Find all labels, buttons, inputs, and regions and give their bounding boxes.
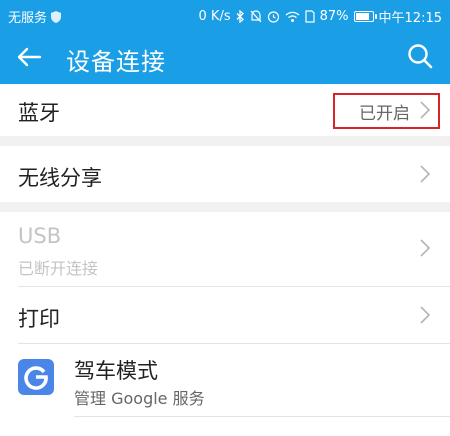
section-divider [0, 136, 450, 146]
carrier-text: 无服务 [8, 11, 48, 26]
google-g-icon [24, 366, 48, 390]
app-bar: 设备连接 [0, 30, 450, 84]
page-title: 设备连接 [66, 48, 166, 76]
usb-label: USB [18, 224, 62, 248]
driving-mode-sub: 管理 Google 服务 [74, 389, 205, 408]
back-arrow-icon[interactable] [14, 42, 44, 72]
alarm-icon [267, 11, 279, 23]
clock: 中午12:15 [378, 11, 442, 26]
chevron-right-icon [420, 239, 430, 257]
section-divider [0, 202, 450, 212]
usb-status: 已断开连接 [18, 259, 99, 278]
battery-icon [353, 11, 377, 22]
wifi-icon [285, 11, 300, 22]
network-speed: 0 K/s [198, 9, 231, 24]
wireless-share-row[interactable]: 无线分享 [0, 146, 450, 202]
driving-mode-row[interactable] [0, 344, 450, 416]
sim-icon [305, 10, 315, 23]
bluetooth-icon [236, 10, 244, 23]
shield-icon [51, 10, 62, 23]
google-icon [18, 359, 54, 395]
print-row[interactable]: 打印 [0, 287, 450, 343]
chevron-right-icon [420, 306, 430, 324]
usb-row: USB 已断开连接 [0, 212, 450, 286]
search-icon[interactable] [406, 42, 434, 70]
mute-icon [250, 10, 262, 23]
wireless-share-label: 无线分享 [18, 166, 102, 190]
battery-percent: 87% [319, 9, 349, 24]
print-label: 打印 [18, 307, 60, 331]
status-bar: 无服务 0 K/s 87% 中午12:15 [0, 0, 450, 30]
row-divider [74, 416, 450, 417]
chevron-right-icon [420, 165, 430, 183]
bluetooth-label: 蓝牙 [18, 101, 60, 125]
driving-mode-label: 驾车模式 [74, 359, 158, 383]
highlight-box [333, 93, 440, 129]
battery-level [355, 13, 369, 20]
